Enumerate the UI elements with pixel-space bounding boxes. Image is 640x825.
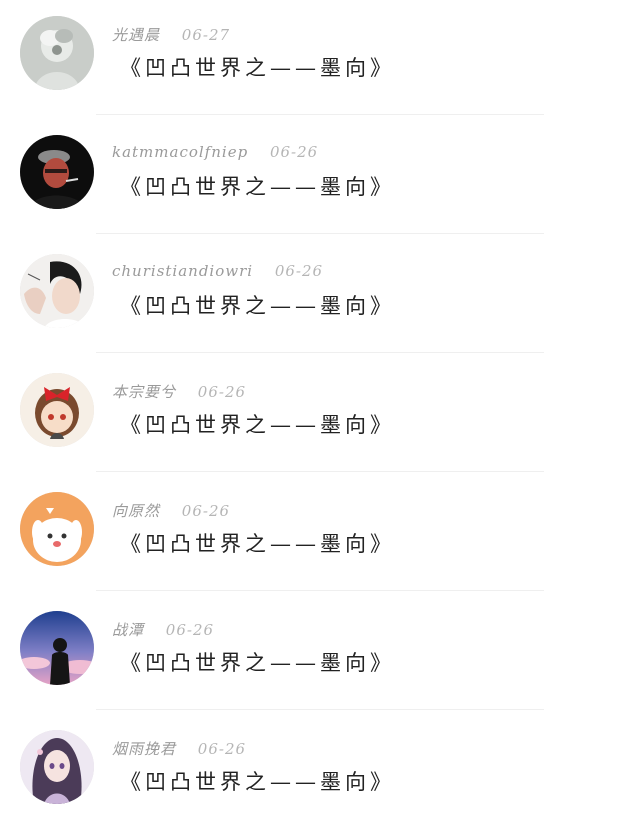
avatar[interactable] [20, 611, 94, 685]
comment-text: 《凹凸世界之——墨向》 [120, 532, 395, 556]
avatar[interactable] [20, 135, 94, 209]
divider [96, 471, 544, 472]
divider [96, 709, 544, 710]
comment-date: 06-26 [269, 143, 319, 161]
avatar-grey-figure-icon [20, 16, 94, 90]
comment-date: 06-26 [197, 383, 247, 401]
comment-item[interactable]: katmmacolfniep 06-26 《凹凸世界之——墨向》 [0, 119, 640, 238]
comment-text: 《凹凸世界之——墨向》 [120, 294, 395, 318]
user-name[interactable]: 烟雨挽君 [112, 740, 176, 758]
comment-date: 06-26 [274, 262, 324, 280]
comment-date: 06-26 [165, 621, 215, 639]
avatar-dark-smoker-icon [20, 135, 94, 209]
avatar[interactable] [20, 730, 94, 804]
divider [96, 352, 544, 353]
comment-text: 《凹凸世界之——墨向》 [120, 413, 395, 437]
divider [96, 114, 544, 115]
comment-date: 06-27 [181, 26, 231, 44]
avatar[interactable] [20, 373, 94, 447]
comment-list: 光遇晨 06-27 《凹凸世界之——墨向》 katmmacolfniep 06-… [0, 0, 640, 825]
comment-text: 《凹凸世界之——墨向》 [120, 56, 395, 80]
comment-meta: 战潭 06-26 [112, 619, 214, 640]
comment-item[interactable]: 本宗要兮 06-26 《凹凸世界之——墨向》 [0, 357, 640, 476]
avatar-white-dog-icon [20, 492, 94, 566]
comment-item[interactable]: churistiandiowri 06-26 《凹凸世界之——墨向》 [0, 238, 640, 357]
avatar-bow-girl-icon [20, 373, 94, 447]
avatar[interactable] [20, 492, 94, 566]
divider [96, 233, 544, 234]
comment-item[interactable]: 向原然 06-26 《凹凸世界之——墨向》 [0, 476, 640, 595]
comment-date: 06-26 [197, 740, 247, 758]
avatar[interactable] [20, 16, 94, 90]
user-name[interactable]: katmmacolfniep [112, 143, 248, 161]
comment-date: 06-26 [181, 502, 231, 520]
user-name[interactable]: 向原然 [112, 502, 160, 520]
user-name[interactable]: 光遇晨 [112, 26, 160, 44]
avatar-anime-girl-icon [20, 730, 94, 804]
comment-meta: 烟雨挽君 06-26 [112, 738, 246, 759]
divider [96, 590, 544, 591]
avatar-portrait-boy-icon [20, 254, 94, 328]
comment-meta: 光遇晨 06-27 [112, 24, 230, 45]
comment-text: 《凹凸世界之——墨向》 [120, 770, 395, 794]
comment-item[interactable]: 战潭 06-26 《凹凸世界之——墨向》 [0, 595, 640, 714]
user-name[interactable]: 战潭 [112, 621, 144, 639]
comment-meta: churistiandiowri 06-26 [112, 262, 323, 280]
comment-meta: 本宗要兮 06-26 [112, 381, 246, 402]
avatar-sky-silhouette-icon [20, 611, 94, 685]
comment-text: 《凹凸世界之——墨向》 [120, 175, 395, 199]
user-name[interactable]: 本宗要兮 [112, 383, 176, 401]
user-name[interactable]: churistiandiowri [112, 262, 253, 280]
comment-text: 《凹凸世界之——墨向》 [120, 651, 395, 675]
comment-meta: 向原然 06-26 [112, 500, 230, 521]
comment-item[interactable]: 烟雨挽君 06-26 《凹凸世界之——墨向》 [0, 714, 640, 825]
comment-item[interactable]: 光遇晨 06-27 《凹凸世界之——墨向》 [0, 0, 640, 119]
comment-meta: katmmacolfniep 06-26 [112, 143, 318, 161]
avatar[interactable] [20, 254, 94, 328]
